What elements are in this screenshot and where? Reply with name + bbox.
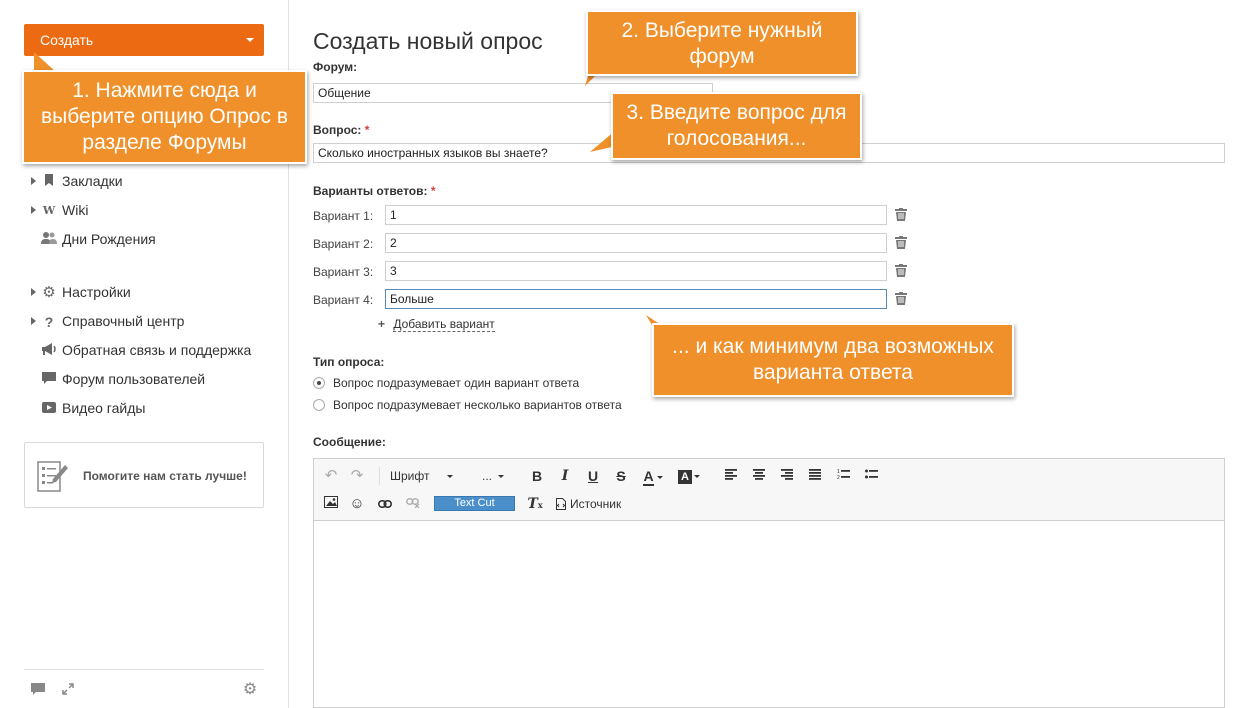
editor-toolbar: ↶ ↷ Шрифт ... B I U S A A 12 ☺ Text Cut … xyxy=(314,459,1224,521)
text-color-icon[interactable]: A xyxy=(640,467,666,486)
align-right-icon[interactable] xyxy=(778,467,796,485)
text-cut-button[interactable]: Text Cut xyxy=(434,496,515,511)
expand-arrow-icon[interactable] xyxy=(31,317,36,325)
chat-icon xyxy=(41,372,57,388)
question-label: Вопрос: * xyxy=(313,123,370,137)
expand-arrow-icon[interactable] xyxy=(31,206,36,214)
bullet-list-icon[interactable] xyxy=(862,467,880,485)
expand-arrow-icon[interactable] xyxy=(31,288,36,296)
answers-label: Варианты ответов: * xyxy=(313,184,436,198)
poll-type-label: Тип опроса: xyxy=(313,355,385,369)
align-center-icon[interactable] xyxy=(750,467,768,485)
background-color-icon[interactable]: A xyxy=(676,467,702,485)
sidebar-footer: ⚙ xyxy=(24,669,264,708)
italic-icon[interactable]: I xyxy=(556,467,574,485)
radio-button[interactable] xyxy=(313,399,325,411)
bold-icon[interactable]: B xyxy=(528,467,546,485)
survey-icon xyxy=(37,459,69,493)
option-input-3[interactable]: 3 xyxy=(385,261,887,281)
unlink-icon[interactable] xyxy=(404,495,422,513)
chevron-down-icon xyxy=(246,38,254,42)
sidebar-item-label: Форум пользователей xyxy=(62,371,206,387)
font-select[interactable]: Шрифт xyxy=(390,467,468,485)
image-icon[interactable] xyxy=(322,495,340,513)
users-icon xyxy=(41,232,57,248)
sidebar-item-feedback[interactable]: Обратная связь и поддержка xyxy=(30,339,270,368)
megaphone-icon xyxy=(41,343,57,359)
option-input-1[interactable]: 1 xyxy=(385,205,887,225)
page-title: Создать новый опрос xyxy=(313,28,543,54)
poll-type-multiple[interactable]: Вопрос подразумевает несколько вариантов… xyxy=(313,398,622,412)
sidebar-item-label: Видео гайды xyxy=(62,400,146,416)
gear-icon: ⚙ xyxy=(42,284,56,301)
video-icon xyxy=(41,401,57,417)
sidebar-item-label: Обратная связь и поддержка xyxy=(62,342,252,358)
callout-step-4: ... и как минимум два возможных варианта… xyxy=(652,323,1014,397)
sidebar-item-settings[interactable]: ⚙ Настройки xyxy=(30,281,270,310)
editor-content-area[interactable] xyxy=(314,521,1224,707)
sidebar-item-video-guides[interactable]: Видео гайды xyxy=(30,397,270,426)
gear-icon[interactable]: ⚙ xyxy=(242,682,258,698)
add-variant-label: Добавить вариант xyxy=(393,317,495,332)
option-input-2[interactable]: 2 xyxy=(385,233,887,253)
feedback-banner-text: Помогите нам стать лучше! xyxy=(83,469,247,483)
sidebar-item-birthdays[interactable]: Дни Рождения xyxy=(30,228,270,257)
callout-step-1: 1. Нажмите сюда и выберите опцию Опрос в… xyxy=(22,70,307,164)
forum-label: Форум: xyxy=(313,60,358,74)
svg-text:2: 2 xyxy=(837,475,840,480)
sidebar-item-label: Справочный центр xyxy=(62,313,185,329)
wiki-icon: W xyxy=(42,204,56,217)
sidebar-item-help-center[interactable]: ? Справочный центр xyxy=(30,310,270,339)
expand-arrow-icon[interactable] xyxy=(31,177,36,185)
radio-button[interactable] xyxy=(313,377,325,389)
bookmark-icon xyxy=(41,174,57,190)
option-label: Вариант 3: xyxy=(313,265,374,279)
trash-icon[interactable] xyxy=(895,292,907,305)
chat-icon[interactable] xyxy=(30,682,46,698)
underline-icon[interactable]: U xyxy=(584,467,602,485)
trash-icon[interactable] xyxy=(895,264,907,277)
sidebar-nav: Закладки W Wiki Дни Рождения ⚙ Настройки… xyxy=(30,170,270,426)
callout-step-2: 2. Выберите нужный форум xyxy=(586,10,858,76)
sidebar-item-label: Wiki xyxy=(62,202,89,218)
option-label: Вариант 1: xyxy=(313,209,374,223)
strikethrough-icon[interactable]: S xyxy=(612,467,630,485)
sidebar-item-label: Дни Рождения xyxy=(62,231,156,247)
font-size-select[interactable]: ... xyxy=(482,467,512,485)
clear-format-icon[interactable]: Tx xyxy=(526,495,544,513)
option-label: Вариант 4: xyxy=(313,293,374,307)
trash-icon[interactable] xyxy=(895,236,907,249)
question-icon: ? xyxy=(44,314,54,330)
add-variant-link[interactable]: + Добавить вариант xyxy=(378,317,495,332)
emoji-icon[interactable]: ☺ xyxy=(348,495,366,513)
align-justify-icon[interactable] xyxy=(806,467,824,485)
sidebar-item-label: Настройки xyxy=(62,284,131,300)
numbered-list-icon[interactable]: 12 xyxy=(834,467,852,485)
plus-icon: + xyxy=(378,317,386,331)
sidebar-item-bookmarks[interactable]: Закладки xyxy=(30,170,270,199)
option-label: Вариант 2: xyxy=(313,237,374,251)
align-left-icon[interactable] xyxy=(722,467,740,485)
sidebar-item-user-forum[interactable]: Форум пользователей xyxy=(30,368,270,397)
callout-step-3: 3. Введите вопрос для голосования... xyxy=(611,92,862,160)
link-icon[interactable] xyxy=(376,495,394,513)
trash-icon[interactable] xyxy=(895,208,907,221)
expand-icon[interactable] xyxy=(60,682,76,698)
source-button[interactable]: Источник xyxy=(556,495,636,513)
redo-icon[interactable]: ↷ xyxy=(348,467,366,485)
create-button-label: Создать xyxy=(40,32,94,48)
option-input-4[interactable]: Больше xyxy=(385,289,887,309)
poll-type-single[interactable]: Вопрос подразумевает один вариант ответа xyxy=(313,376,579,390)
feedback-banner[interactable]: Помогите нам стать лучше! xyxy=(24,442,264,508)
undo-icon[interactable]: ↶ xyxy=(322,467,340,485)
sidebar-item-label: Закладки xyxy=(62,173,123,189)
sidebar-item-wiki[interactable]: W Wiki xyxy=(30,199,270,228)
message-label: Сообщение: xyxy=(313,435,386,449)
message-editor: ↶ ↷ Шрифт ... B I U S A A 12 ☺ Text Cut … xyxy=(313,458,1225,708)
